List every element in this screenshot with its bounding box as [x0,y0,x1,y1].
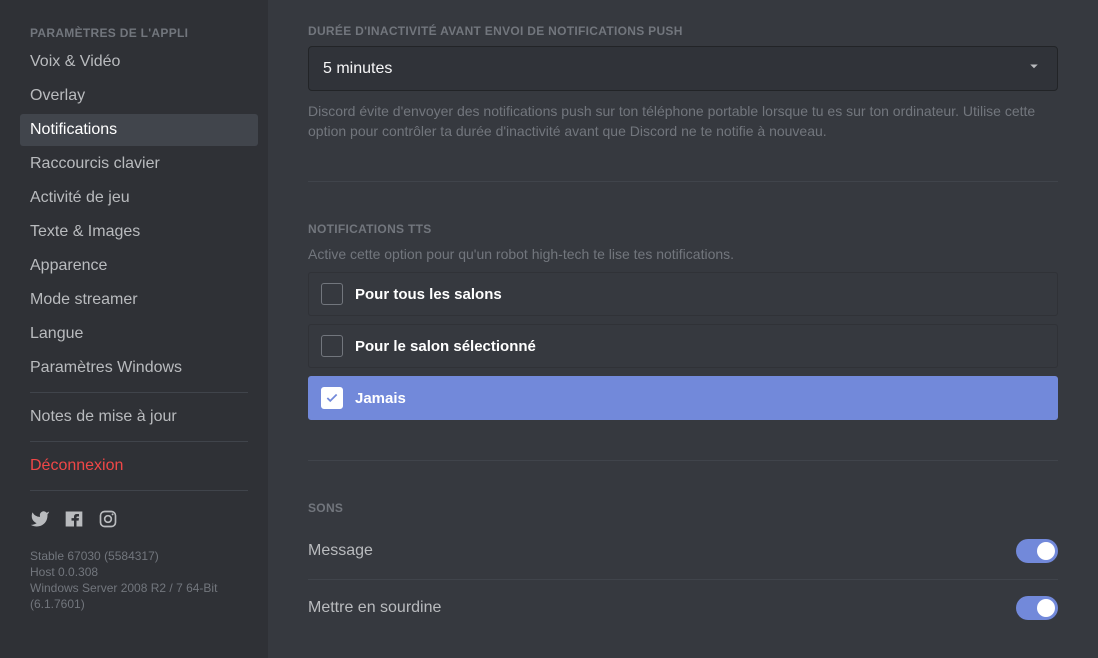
sidebar-item-appearance[interactable]: Apparence [20,250,258,282]
divider [308,460,1058,461]
sidebar: PARAMÈTRES DE L'APPLI Voix & Vidéo Overl… [0,0,268,658]
content: DURÉE D'INACTIVITÉ AVANT ENVOI DE NOTIFI… [268,0,1098,658]
checkbox-icon [321,283,343,305]
sounds-title: SONS [308,501,1058,515]
divider [30,490,248,491]
sidebar-item-label: Overlay [30,87,85,104]
social-links [20,499,258,544]
divider [30,441,248,442]
version-line: Host 0.0.308 [30,564,248,580]
sidebar-item-changelog[interactable]: Notes de mise à jour [20,401,258,433]
tts-option-selected-channel[interactable]: Pour le salon sélectionné [308,324,1058,368]
push-timeout-select[interactable]: 5 minutes [308,46,1058,91]
sound-label: Mettre en sourdine [308,599,441,617]
tts-option-never[interactable]: Jamais [308,376,1058,420]
checkbox-icon [321,335,343,357]
divider [30,392,248,393]
checkbox-icon [321,387,343,409]
sidebar-item-language[interactable]: Langue [20,318,258,350]
tts-title: NOTIFICATIONS TTS [308,222,1058,236]
sidebar-item-label: Notes de mise à jour [30,408,177,425]
sidebar-item-label: Notifications [30,121,117,138]
sidebar-item-label: Déconnexion [30,457,123,474]
sound-label: Message [308,542,373,560]
option-label: Pour le salon sélectionné [355,338,536,355]
sidebar-item-label: Mode streamer [30,291,138,308]
chevron-down-icon [1025,57,1043,80]
sidebar-item-notifications[interactable]: Notifications [20,114,258,146]
sidebar-item-keybinds[interactable]: Raccourcis clavier [20,148,258,180]
sidebar-item-windows-settings[interactable]: Paramètres Windows [20,352,258,384]
tts-help: Active cette option pour qu'un robot hig… [308,244,1058,264]
select-value: 5 minutes [323,60,392,78]
push-timeout-title: DURÉE D'INACTIVITÉ AVANT ENVOI DE NOTIFI… [308,24,1058,38]
tts-option-all-channels[interactable]: Pour tous les salons [308,272,1058,316]
twitter-icon[interactable] [30,509,50,534]
instagram-icon[interactable] [98,509,118,534]
sidebar-item-streamer-mode[interactable]: Mode streamer [20,284,258,316]
version-line: Stable 67030 (5584317) [30,548,248,564]
sidebar-section-header: PARAMÈTRES DE L'APPLI [20,20,258,46]
facebook-icon[interactable] [64,509,84,534]
sidebar-item-label: Voix & Vidéo [30,53,120,70]
sidebar-item-label: Texte & Images [30,223,140,240]
sound-row-message: Message [308,523,1058,579]
option-label: Pour tous les salons [355,286,502,303]
push-timeout-help: Discord évite d'envoyer des notification… [308,101,1058,141]
sidebar-item-voice-video[interactable]: Voix & Vidéo [20,46,258,78]
sidebar-item-label: Apparence [30,257,107,274]
toggle-knob [1037,542,1055,560]
divider [308,181,1058,182]
version-info: Stable 67030 (5584317) Host 0.0.308 Wind… [20,544,258,616]
sound-toggle-message[interactable] [1016,539,1058,563]
toggle-knob [1037,599,1055,617]
option-label: Jamais [355,390,406,407]
sidebar-item-label: Paramètres Windows [30,359,182,376]
sidebar-item-label: Langue [30,325,83,342]
sound-row-mute: Mettre en sourdine [308,580,1058,636]
version-line: Windows Server 2008 R2 / 7 64-Bit (6.1.7… [30,580,248,612]
sound-toggle-mute[interactable] [1016,596,1058,620]
sidebar-item-label: Activité de jeu [30,189,130,206]
sidebar-item-text-images[interactable]: Texte & Images [20,216,258,248]
sidebar-item-logout[interactable]: Déconnexion [20,450,258,482]
sidebar-item-label: Raccourcis clavier [30,155,160,172]
sidebar-item-game-activity[interactable]: Activité de jeu [20,182,258,214]
sidebar-item-overlay[interactable]: Overlay [20,80,258,112]
